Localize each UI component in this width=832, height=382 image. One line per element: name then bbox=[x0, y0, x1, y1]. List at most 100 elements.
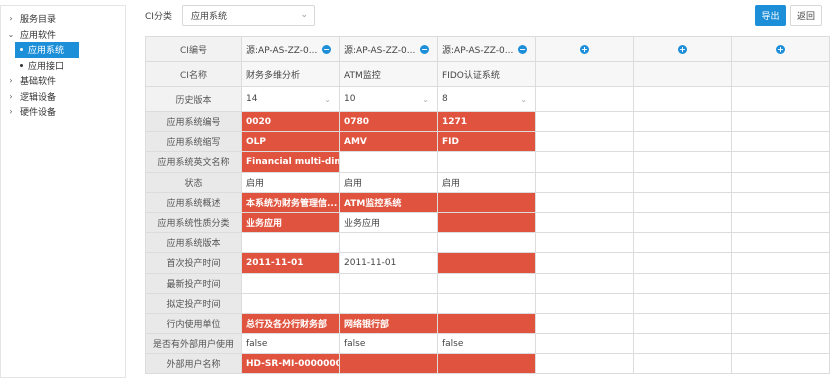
ci-category-select[interactable]: 应用系统 ⌄ bbox=[182, 5, 315, 26]
chevron-down-icon: ⌄ bbox=[7, 29, 15, 39]
value-cell: 启用 bbox=[340, 172, 438, 193]
version-select[interactable]: 10 ⌄ bbox=[340, 87, 438, 112]
value-cell: false bbox=[242, 334, 340, 355]
empty-cell bbox=[732, 273, 830, 294]
plus-circle-icon[interactable]: + bbox=[580, 44, 589, 54]
row-label: 应用系统概述 bbox=[146, 192, 242, 213]
value-cell bbox=[438, 212, 536, 234]
row-label: 应用系统英文名称 bbox=[146, 152, 242, 173]
empty-cell bbox=[536, 62, 634, 87]
value-cell: Financial multi-dim... bbox=[242, 152, 340, 173]
empty-cell bbox=[732, 313, 830, 335]
value-cell bbox=[438, 293, 536, 314]
empty-cell bbox=[634, 62, 732, 87]
value-cell: false bbox=[340, 334, 438, 355]
chevron-down-icon: ⌄ bbox=[324, 94, 331, 104]
value-cell: 1271 bbox=[438, 112, 536, 133]
value-cell: HD-SR-MI-0000000... bbox=[242, 354, 340, 375]
value-cell: AMV bbox=[340, 132, 438, 153]
chevron-right-icon: › bbox=[9, 14, 13, 24]
empty-cell bbox=[634, 112, 732, 133]
row-label: 状态 bbox=[146, 172, 242, 193]
sidebar-item-logic-device[interactable]: › 逻辑设备 bbox=[1, 89, 125, 105]
chevron-down-icon: ⌄ bbox=[520, 94, 527, 104]
sidebar-item-label: 基础软件 bbox=[20, 77, 57, 88]
sidebar-item-hardware-device[interactable]: › 硬件设备 bbox=[1, 104, 125, 120]
empty-cell bbox=[634, 152, 732, 173]
empty-cell bbox=[634, 273, 732, 294]
empty-cell bbox=[634, 354, 732, 375]
value-cell: 2011-11-01 bbox=[340, 253, 438, 274]
table-row: 状态 启用 启用 启用 bbox=[146, 172, 830, 193]
row-label: 应用系统编号 bbox=[146, 112, 242, 133]
value-cell: false bbox=[438, 334, 536, 355]
table-row: 是否有外部用户使用 false false false bbox=[146, 334, 830, 355]
sidebar-tree: › 服务目录 ⌄ 应用软件 应用系统 应用接口 › 基础软件 › 逻辑设备 › … bbox=[0, 5, 126, 378]
plus-circle-icon[interactable]: + bbox=[776, 44, 785, 54]
table-row: 应用系统版本 bbox=[146, 233, 830, 254]
value-cell bbox=[242, 233, 340, 254]
empty-cell bbox=[634, 233, 732, 254]
row-label: 应用系统版本 bbox=[146, 233, 242, 254]
value-cell bbox=[340, 233, 438, 254]
version-select[interactable]: 8 ⌄ bbox=[438, 87, 536, 112]
version-value: 14 bbox=[246, 94, 258, 104]
minus-circle-icon[interactable]: − bbox=[518, 44, 527, 54]
chevron-right-icon: › bbox=[9, 76, 13, 86]
table-row: 首次投产时间 2011-11-01 2011-11-01 bbox=[146, 253, 830, 274]
value-cell: OLP bbox=[242, 132, 340, 153]
value-cell: 启用 bbox=[242, 172, 340, 193]
empty-cell bbox=[536, 87, 634, 112]
table-row: 最新投产时间 bbox=[146, 273, 830, 294]
value-cell: 业务应用 bbox=[242, 212, 340, 234]
value-cell: 启用 bbox=[438, 172, 536, 193]
row-label: CI名称 bbox=[146, 62, 242, 87]
minus-circle-icon[interactable]: − bbox=[420, 44, 429, 54]
value-cell bbox=[438, 253, 536, 274]
header-row: CI编号 源:AP-AS-ZZ-0... − 源:AP-AS-ZZ-0... −… bbox=[146, 37, 830, 62]
empty-cell bbox=[536, 152, 634, 173]
value-cell bbox=[438, 273, 536, 294]
sidebar-item-label: 应用软件 bbox=[20, 30, 57, 41]
sidebar-item-app-interface[interactable]: 应用接口 bbox=[1, 58, 125, 74]
version-row: 历史版本 14 ⌄ 10 ⌄ 8 ⌄ bbox=[146, 87, 830, 112]
table-row: 行内使用单位 总行及各分行财务部 网络银行部 bbox=[146, 313, 830, 335]
empty-cell bbox=[634, 172, 732, 193]
attribute-rows: 应用系统编号 0020 0780 1271 应用系统缩写 OLP AMV FID 应用系统英文名… bbox=[146, 112, 830, 375]
value-cell bbox=[438, 354, 536, 375]
sidebar-item-app-system[interactable]: 应用系统 bbox=[15, 42, 79, 58]
table-row: 外部用户名称HD-SR-MI-0000000... bbox=[146, 354, 830, 375]
row-label: 拟定投产时间 bbox=[146, 293, 242, 314]
name-row: CI名称 财务多维分析 ATM监控 FIDO认证系统 bbox=[146, 62, 830, 87]
value-cell: 0780 bbox=[340, 112, 438, 133]
ci-name: FIDO认证系统 bbox=[438, 62, 536, 87]
empty-cell bbox=[732, 212, 830, 234]
sidebar-item-base-software[interactable]: › 基础软件 bbox=[1, 73, 125, 89]
empty-cell bbox=[732, 253, 830, 274]
empty-cell bbox=[732, 172, 830, 193]
ci-name: ATM监控 bbox=[340, 62, 438, 87]
empty-cell bbox=[732, 354, 830, 375]
value-cell bbox=[242, 293, 340, 314]
table-row: 应用系统编号 0020 0780 1271 bbox=[146, 112, 830, 133]
row-label: 是否有外部用户使用 bbox=[146, 334, 242, 355]
value-cell bbox=[340, 354, 438, 375]
empty-cell bbox=[536, 233, 634, 254]
sidebar-item-service-catalog[interactable]: › 服务目录 bbox=[1, 11, 125, 27]
empty-cell bbox=[536, 192, 634, 213]
table-row: 应用系统概述 本系统为财务管理信... ATM监控系统 bbox=[146, 192, 830, 213]
sidebar-item-app-software[interactable]: ⌄ 应用软件 bbox=[1, 27, 125, 43]
version-select[interactable]: 14 ⌄ bbox=[242, 87, 340, 112]
export-button[interactable]: 导出 bbox=[755, 5, 786, 26]
value-cell bbox=[340, 152, 438, 173]
bullet-icon bbox=[20, 48, 23, 52]
empty-cell bbox=[732, 192, 830, 213]
value-cell bbox=[340, 273, 438, 294]
minus-circle-icon[interactable]: − bbox=[322, 44, 331, 54]
empty-cell bbox=[536, 273, 634, 294]
empty-cell bbox=[634, 334, 732, 355]
back-button[interactable]: 返回 bbox=[790, 5, 822, 26]
plus-circle-icon[interactable]: + bbox=[678, 44, 687, 54]
empty-cell bbox=[634, 87, 732, 112]
value-cell: 业务应用 bbox=[340, 212, 438, 234]
